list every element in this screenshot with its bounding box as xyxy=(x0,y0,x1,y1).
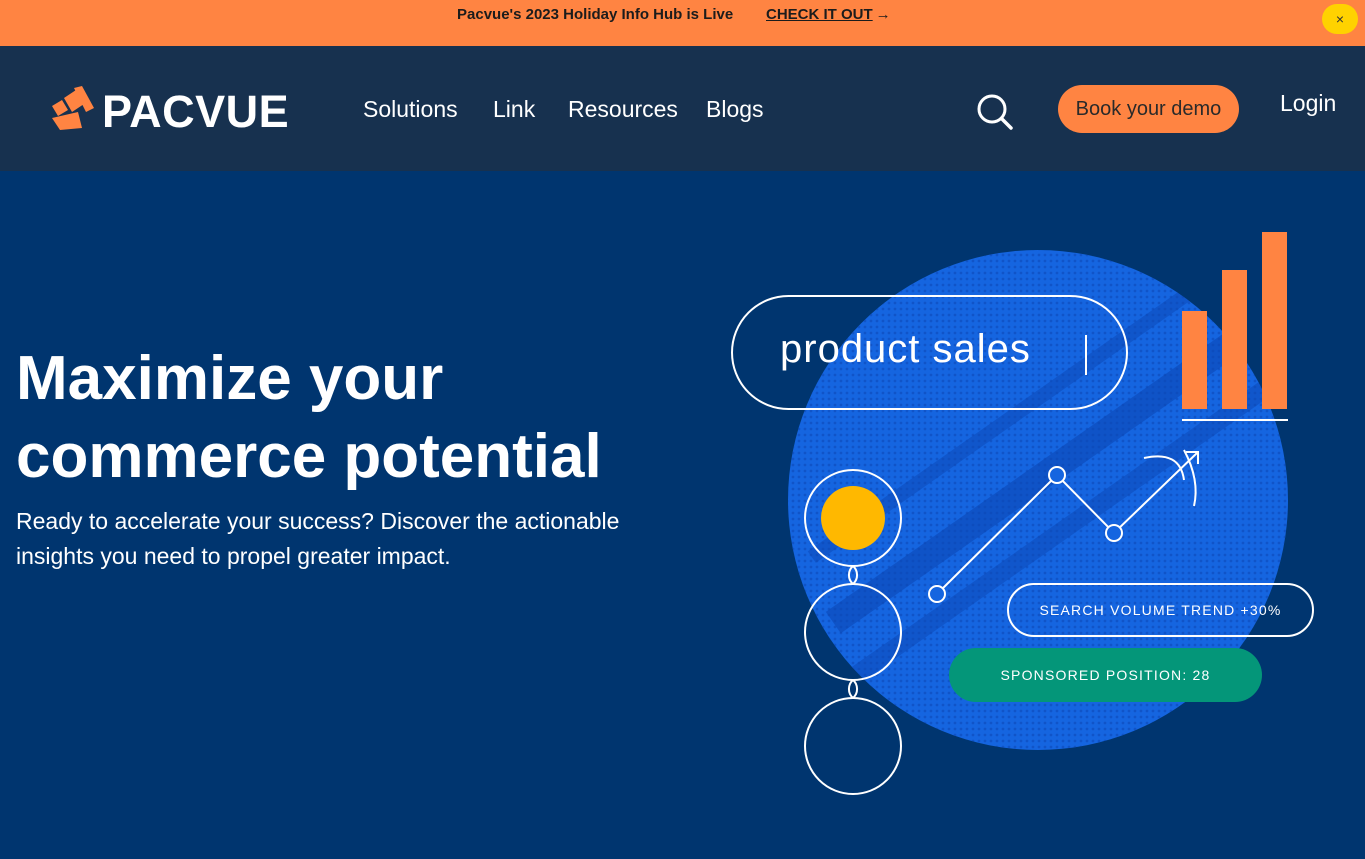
check-it-out-label: CHECK IT OUT xyxy=(766,6,873,23)
logo-wordmark: PACVUE xyxy=(102,86,290,137)
product-sales-text: product sales xyxy=(780,327,1031,371)
pacvue-logo[interactable]: PACVUE xyxy=(48,86,318,137)
yellow-dot xyxy=(821,486,885,550)
hero-title: Maximize your commerce potential xyxy=(16,340,696,496)
announcement-text: Pacvue's 2023 Holiday Info Hub is Live xyxy=(457,6,734,23)
arrow-right-icon: → xyxy=(875,6,891,23)
check-it-out-link[interactable]: CHECK IT OUT → xyxy=(766,6,891,23)
bar-3 xyxy=(1262,232,1287,409)
announcement-bar: Pacvue's 2023 Holiday Info Hub is Live C… xyxy=(0,0,1365,46)
nav-blogs[interactable]: Blogs xyxy=(706,96,764,123)
pacvue-logo-mark-icon xyxy=(52,86,94,130)
close-icon: × xyxy=(1335,11,1345,27)
bar-2 xyxy=(1222,270,1247,409)
text-cursor xyxy=(1085,335,1087,375)
sponsored-position-pill: SPONSORED POSITION: 28 xyxy=(949,648,1262,702)
login-link[interactable]: Login xyxy=(1280,90,1336,117)
search-volume-trend-pill: SEARCH VOLUME TREND +30% xyxy=(1007,583,1314,637)
search-icon xyxy=(977,94,1013,130)
book-demo-button[interactable]: Book your demo xyxy=(1058,85,1239,133)
bar-1 xyxy=(1182,311,1207,409)
hero-illustration: product sales SEARCH VOLUME TREND +30% S… xyxy=(700,210,1340,830)
hero-title-line2: commerce potential xyxy=(16,422,602,491)
nav-link[interactable]: Link xyxy=(493,96,535,123)
product-sales-search-pill: product sales xyxy=(731,295,1128,410)
site-header: PACVUE Solutions Link Resources Blogs Bo… xyxy=(0,46,1365,171)
search-button[interactable] xyxy=(975,92,1015,132)
nav-solutions[interactable]: Solutions xyxy=(363,96,458,123)
hero-title-line1: Maximize your xyxy=(16,344,444,413)
nav-resources[interactable]: Resources xyxy=(568,96,678,123)
hero-subtitle: Ready to accelerate your success? Discov… xyxy=(16,508,620,569)
close-announcement-button[interactable]: × xyxy=(1322,4,1358,34)
